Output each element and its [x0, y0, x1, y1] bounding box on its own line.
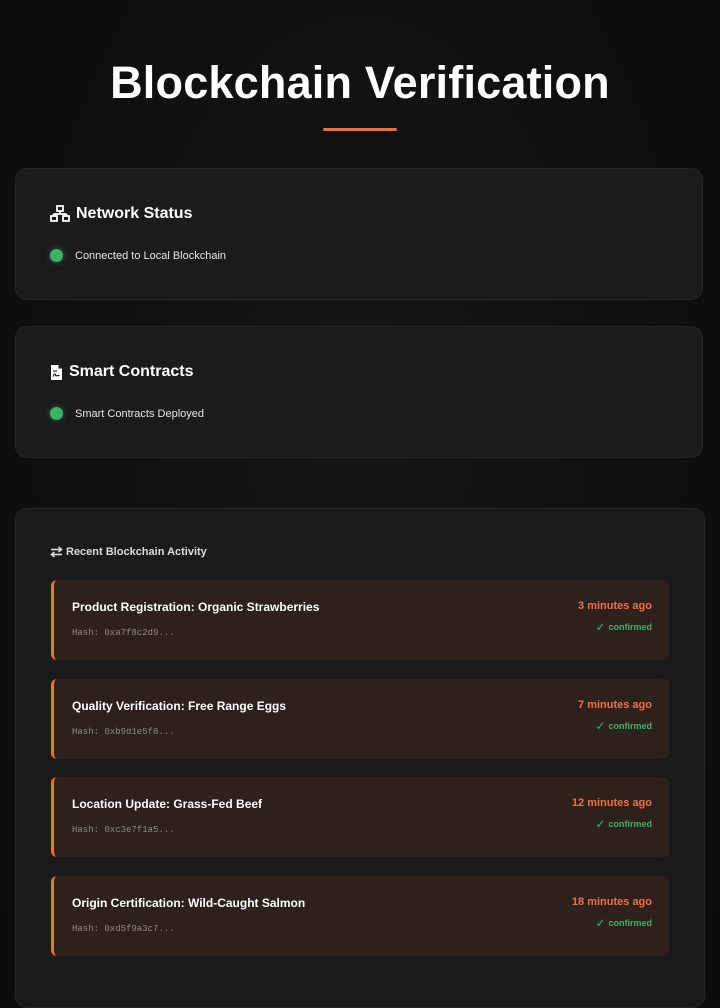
- checkmark-icon: ✓: [595, 916, 606, 930]
- activity-item-time: 18 minutes ago: [571, 896, 652, 908]
- smart-contracts-title: Smart Contracts: [69, 363, 194, 380]
- activity-item[interactable]: Product Registration: Organic Strawberri…: [51, 580, 669, 660]
- page-title: Blockchain Verification: [110, 57, 610, 108]
- activity-item-time: 7 minutes ago: [578, 699, 652, 711]
- activity-item[interactable]: Origin Certification: Wild-Caught Salmon…: [51, 876, 669, 956]
- contract-file-icon: [50, 364, 63, 381]
- smart-contracts-card: Smart Contracts Smart Contracts Deployed: [15, 326, 703, 458]
- activity-item-status-label: confirmed: [608, 622, 652, 632]
- recent-activity-heading: Recent Blockchain Activity: [50, 546, 207, 558]
- activity-item-status: ✓ confirmed: [595, 719, 652, 733]
- activity-item-time: 3 minutes ago: [578, 600, 652, 612]
- activity-item-time: 12 minutes ago: [571, 797, 652, 809]
- activity-item-hash: Hash: 0xc3e7f1a5...: [72, 825, 175, 835]
- network-status-text: Connected to Local Blockchain: [75, 249, 227, 262]
- activity-item[interactable]: Quality Verification: Free Range Eggs Ha…: [51, 679, 669, 759]
- contracts-status-text: Smart Contracts Deployed: [75, 407, 204, 420]
- activity-item-status: ✓ confirmed: [595, 916, 652, 930]
- activity-item-title: Location Update: Grass-Fed Beef: [72, 797, 263, 811]
- checkmark-icon: ✓: [595, 620, 606, 634]
- recent-activity-title: Recent Blockchain Activity: [66, 546, 207, 558]
- activity-item-title: Product Registration: Organic Strawberri…: [72, 600, 320, 614]
- status-indicator-dot: [50, 407, 63, 420]
- smart-contracts-heading: Smart Contracts: [50, 363, 193, 381]
- network-status-line: Connected to Local Blockchain: [50, 249, 226, 262]
- exchange-arrows-icon: [50, 546, 63, 558]
- network-status-title: Network Status: [76, 205, 193, 222]
- checkmark-icon: ✓: [595, 719, 606, 733]
- activity-item-status: ✓ confirmed: [595, 620, 652, 634]
- activity-item-hash: Hash: 0xd5f9a3c7...: [72, 924, 175, 934]
- activity-item[interactable]: Location Update: Grass-Fed Beef Hash: 0x…: [51, 777, 669, 857]
- checkmark-icon: ✓: [595, 817, 606, 831]
- title-underline: [323, 128, 397, 131]
- status-indicator-dot: [50, 249, 63, 262]
- activity-item-status: ✓ confirmed: [595, 817, 652, 831]
- network-status-heading: Network Status: [50, 205, 192, 223]
- network-status-card: Network Status Connected to Local Blockc…: [15, 168, 703, 300]
- network-icon: [50, 205, 70, 223]
- activity-item-title: Origin Certification: Wild-Caught Salmon: [72, 896, 306, 910]
- activity-item-status-label: confirmed: [608, 721, 652, 731]
- contracts-status-line: Smart Contracts Deployed: [50, 407, 204, 420]
- activity-item-hash: Hash: 0xb9d1e5f8...: [72, 727, 175, 737]
- activity-item-hash: Hash: 0xa7f8c2d9...: [72, 628, 175, 638]
- activity-item-status-label: confirmed: [608, 819, 652, 829]
- activity-item-title: Quality Verification: Free Range Eggs: [72, 699, 287, 713]
- recent-activity-card: Recent Blockchain Activity Product Regis…: [15, 508, 705, 1008]
- activity-item-status-label: confirmed: [608, 918, 652, 928]
